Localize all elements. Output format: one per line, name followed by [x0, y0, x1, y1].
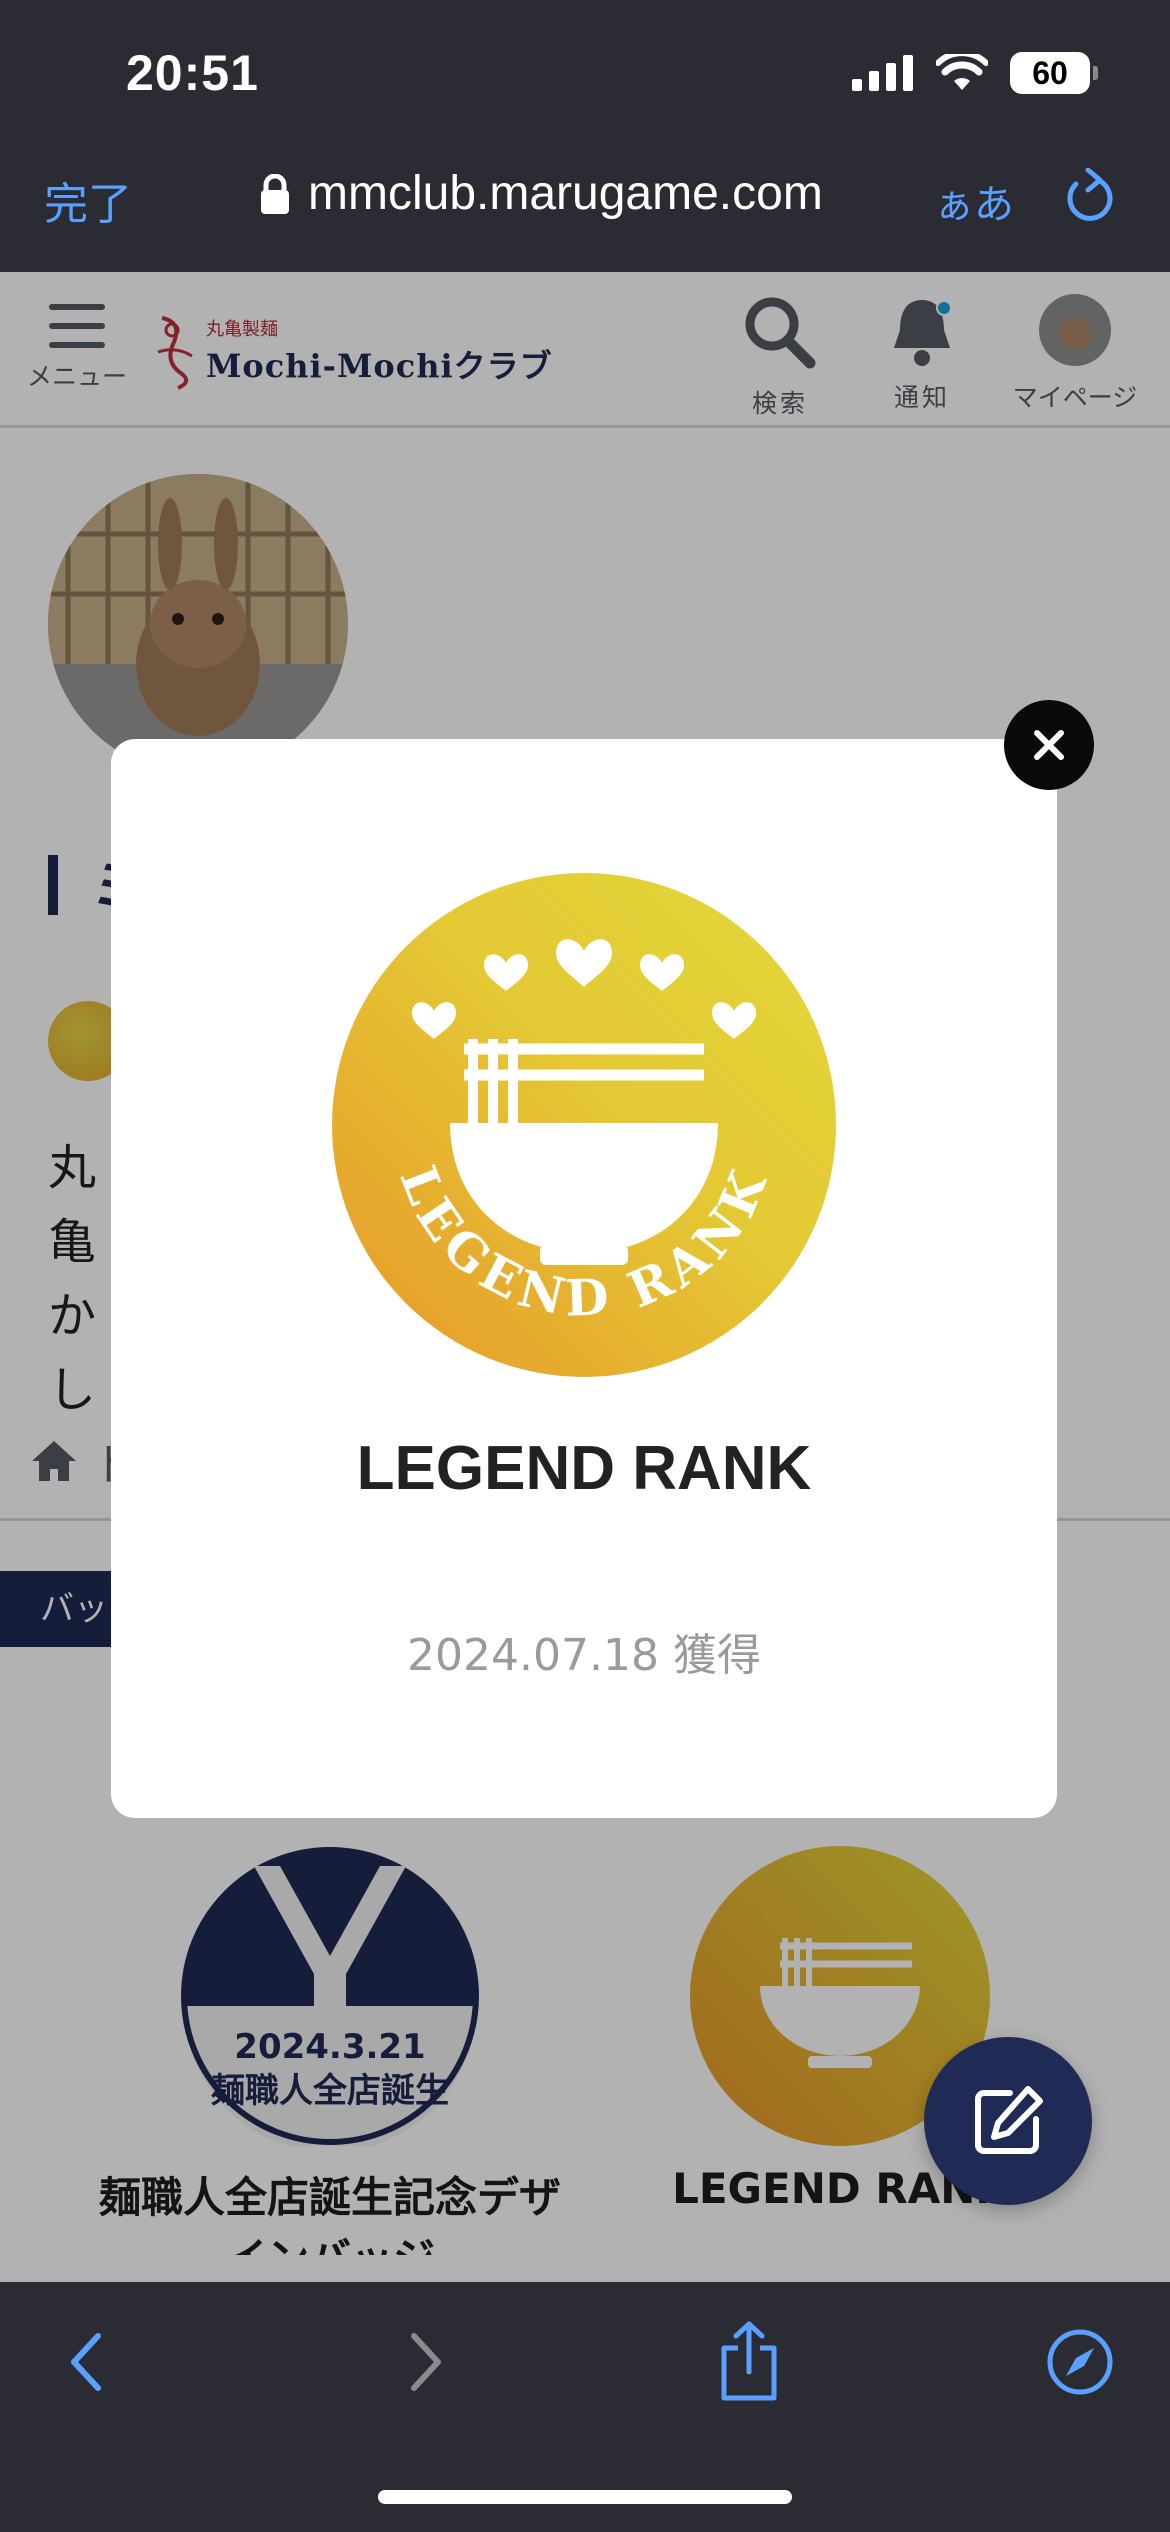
badge-detail-modal: LEGEND RANK LEGEND RANK 2024.07.18 獲得	[111, 739, 1057, 1818]
status-time: 20:51	[126, 45, 259, 101]
url-field[interactable]: mmclub.marugame.com	[260, 166, 823, 221]
lock-icon	[261, 173, 289, 214]
browser-address-bar: 完了 mmclub.marugame.com ぁあ	[0, 150, 1170, 272]
share-icon[interactable]	[716, 2320, 782, 2402]
reload-icon[interactable]	[1064, 168, 1116, 224]
compass-icon[interactable]	[1044, 2326, 1116, 2398]
wifi-icon	[936, 54, 988, 90]
text-size-button[interactable]: ぁあ	[934, 172, 1014, 230]
status-bar: 20:51 60	[0, 0, 1170, 150]
acquired-date: 2024.07.18 獲得	[407, 1630, 761, 1681]
url-text: mmclub.marugame.com	[308, 167, 823, 220]
forward-icon[interactable]	[400, 2326, 448, 2398]
modal-close-button[interactable]	[1004, 700, 1094, 790]
back-icon[interactable]	[64, 2326, 112, 2398]
home-indicator	[378, 2490, 792, 2504]
modal-title: LEGEND RANK	[356, 1434, 812, 1503]
legend-rank-badge: LEGEND RANK	[332, 873, 836, 1377]
compose-button[interactable]	[924, 2037, 1092, 2205]
done-button[interactable]: 完了	[44, 168, 132, 232]
battery-indicator: 60	[1010, 52, 1098, 94]
signal-icon	[852, 55, 913, 91]
screen: 20:51 60 完了 mmclub.marugame.com ぁあ メニュー …	[0, 0, 1170, 2532]
close-icon	[1034, 730, 1064, 760]
status-icons: 60	[852, 52, 1098, 94]
edit-icon	[975, 2086, 1043, 2154]
